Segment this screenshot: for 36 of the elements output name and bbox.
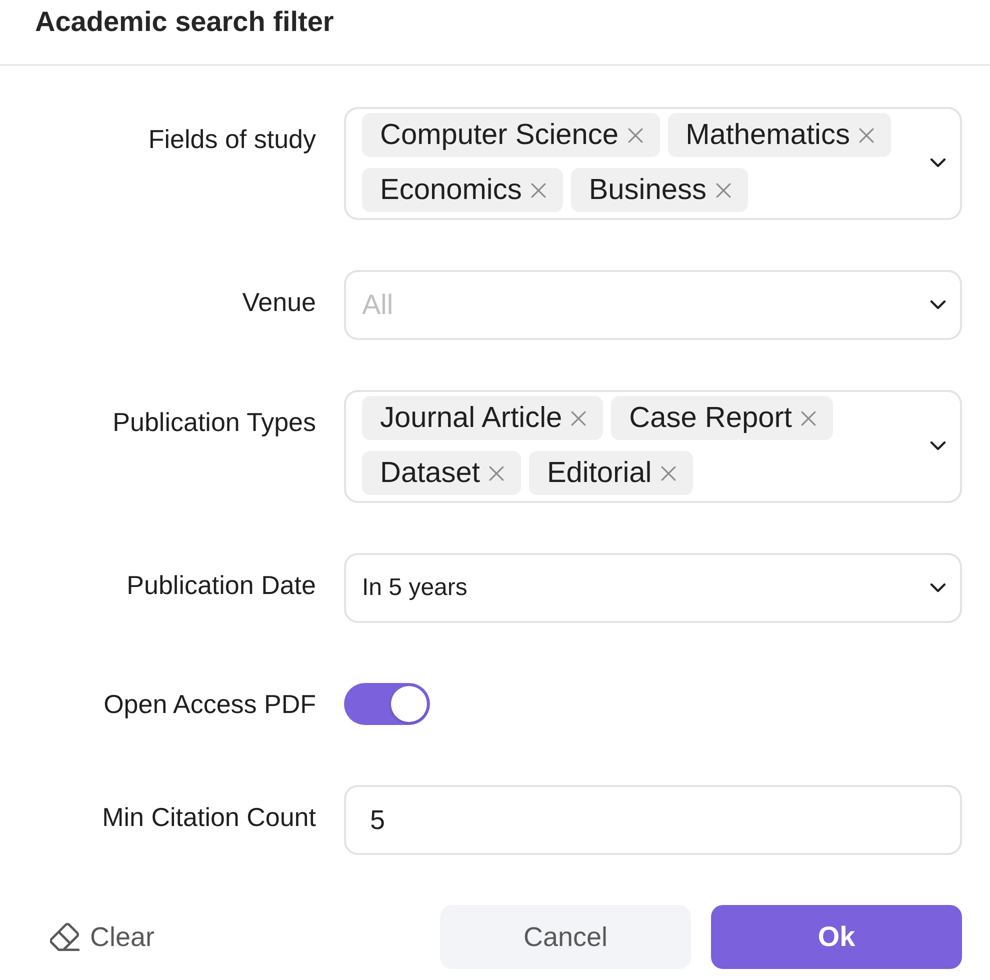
eraser-icon <box>50 923 80 951</box>
close-icon[interactable] <box>628 128 643 142</box>
close-icon[interactable] <box>716 182 730 198</box>
tag-label: Mathematics <box>686 118 850 152</box>
ok-button[interactable]: Ok <box>711 905 962 969</box>
field-label: Fields of study <box>147 123 316 156</box>
field-label: Publication Date <box>126 569 316 602</box>
close-icon[interactable] <box>530 182 546 198</box>
toggle-switch[interactable] <box>344 683 430 725</box>
multi-select-field[interactable]: Computer Science Mathematics Economics Business <box>344 107 962 220</box>
tag-label: Editorial <box>546 456 652 490</box>
chevron-down-icon[interactable] <box>930 583 946 593</box>
tag-label: Journal Article <box>380 401 562 435</box>
tag-label: Case Report <box>629 401 792 435</box>
field-label: Open Access PDF <box>102 688 316 721</box>
tag-label: Economics <box>380 173 522 207</box>
close-icon[interactable] <box>571 410 586 426</box>
tag-label: Computer Science <box>380 118 619 152</box>
field-label: Venue <box>241 286 316 319</box>
close-icon[interactable] <box>858 128 874 142</box>
chevron-down-icon[interactable] <box>930 158 946 168</box>
field-label: Publication Types <box>112 406 316 439</box>
close-icon[interactable] <box>800 410 816 426</box>
field-label: Min Citation Count <box>101 801 316 834</box>
number-input[interactable]: 5 <box>344 785 962 855</box>
chevron-down-icon[interactable] <box>930 440 946 450</box>
close-icon[interactable] <box>488 466 504 480</box>
close-icon[interactable] <box>660 466 676 480</box>
clear-button[interactable]: Clear <box>50 922 155 952</box>
tag-label: Business <box>588 173 706 207</box>
dialog-title: Academic search filter <box>35 6 334 37</box>
tag-label: Dataset <box>380 456 480 490</box>
multi-select-field[interactable]: Journal Article Case Report Dataset Editorial <box>344 390 962 503</box>
chevron-down-icon[interactable] <box>930 300 946 310</box>
dropdown-field[interactable]: In 5 years <box>344 553 962 623</box>
cancel-button[interactable]: Cancel <box>440 905 691 969</box>
